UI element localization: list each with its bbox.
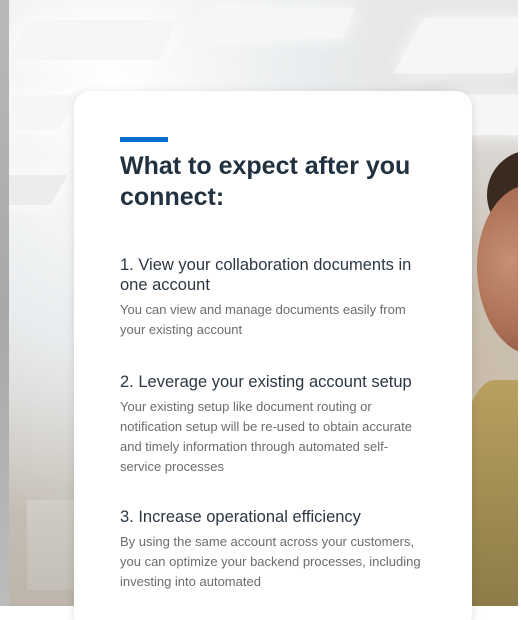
ceiling-light bbox=[203, 8, 355, 38]
ceiling-light bbox=[9, 95, 80, 130]
info-card: What to expect after you connect: 1. Vie… bbox=[74, 91, 472, 620]
page: What to expect after you connect: 1. Vie… bbox=[0, 0, 521, 620]
ceiling-light bbox=[393, 18, 518, 73]
background-shelf bbox=[27, 500, 77, 590]
title-accent-bar bbox=[120, 137, 168, 142]
benefit-item: 2. Leverage your existing account setup … bbox=[120, 372, 428, 477]
person-face bbox=[477, 185, 518, 355]
benefit-heading: 1. View your collaboration documents in … bbox=[120, 256, 412, 294]
benefit-description: Your existing setup like document routin… bbox=[120, 399, 412, 474]
benefit-heading: 3. Increase operational efficiency bbox=[120, 508, 361, 526]
benefit-description: You can view and manage documents easily… bbox=[120, 302, 406, 337]
benefit-item: 3. Increase operational efficiency By us… bbox=[120, 507, 428, 592]
benefit-heading: 2. Leverage your existing account setup bbox=[120, 373, 412, 391]
ceiling-light bbox=[9, 20, 179, 60]
card-title: What to expect after you connect: bbox=[120, 152, 411, 211]
benefit-item: 1. View your collaboration documents in … bbox=[120, 255, 428, 340]
ceiling-light bbox=[9, 175, 68, 205]
benefit-description: By using the same account across your cu… bbox=[120, 534, 421, 589]
